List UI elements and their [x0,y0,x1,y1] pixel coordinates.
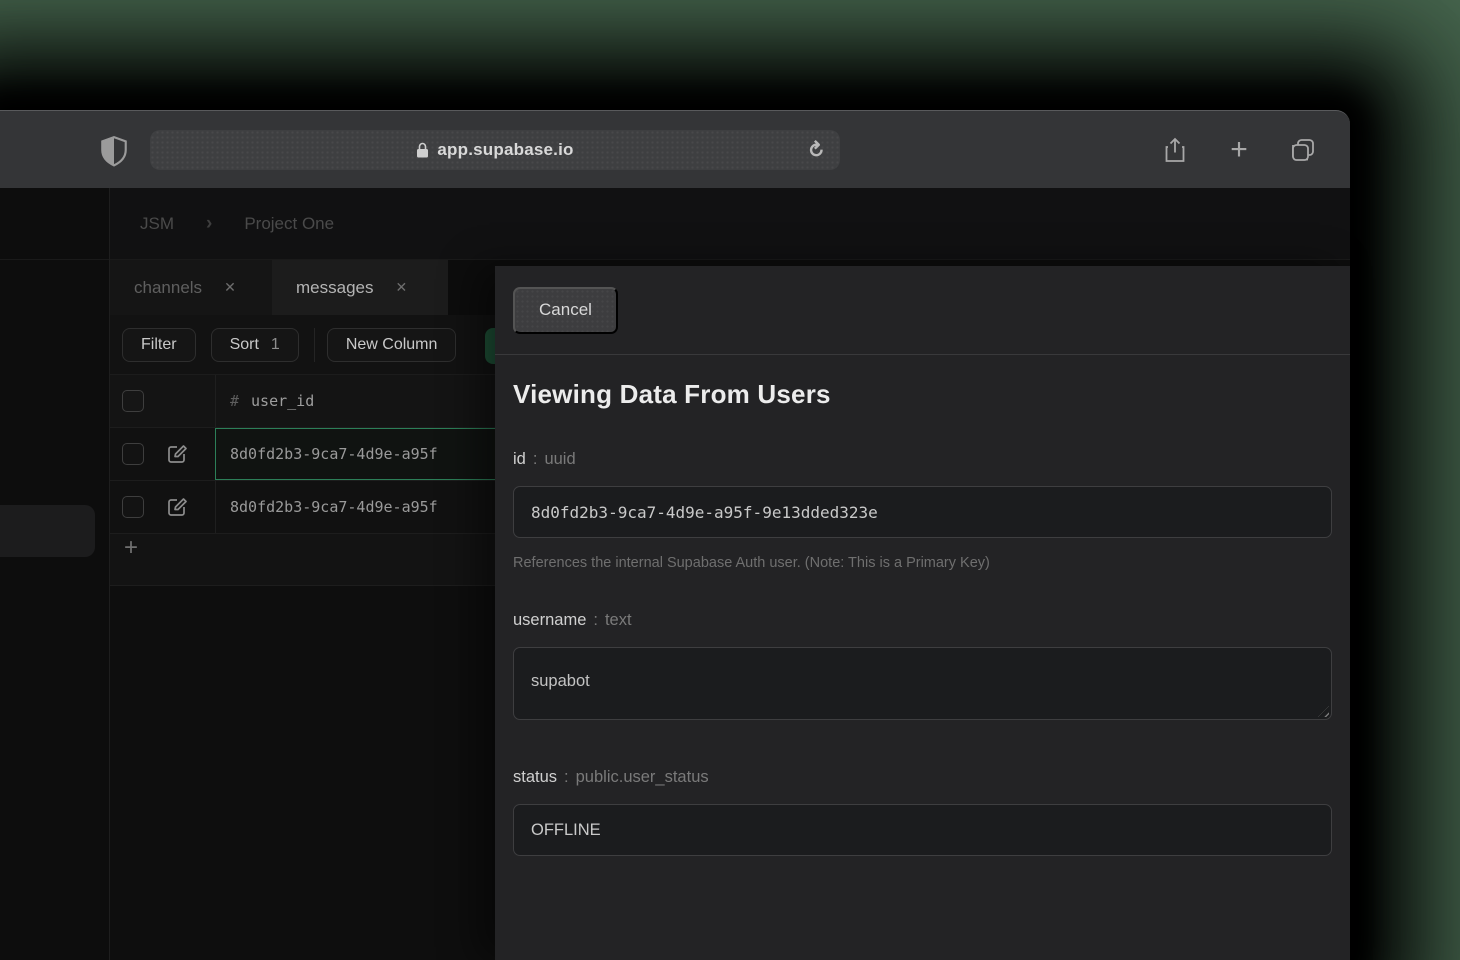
cancel-button[interactable]: Cancel [513,287,618,334]
breadcrumb-project[interactable]: Project One [244,214,334,234]
sort-count-badge: 1 [271,336,280,354]
browser-window: app.supabase.io ↻ + [0,110,1350,960]
close-icon[interactable]: ✕ [224,279,236,296]
filter-label: Filter [141,336,177,354]
reload-icon[interactable]: ↻ [796,130,836,170]
edit-row-icon[interactable] [166,496,188,518]
toolbar-divider [314,328,315,362]
close-icon[interactable]: ✕ [395,279,407,296]
resize-handle[interactable] [1318,706,1329,717]
field-type: public.user_status [576,768,709,787]
tab-channels[interactable]: channels ✕ [110,260,272,315]
field-colon: : [564,768,569,787]
tab-label: channels [134,278,202,298]
share-icon[interactable] [1160,135,1190,165]
breadcrumb-org[interactable]: JSM [140,214,174,234]
tab-messages[interactable]: messages ✕ [272,260,448,315]
filter-button[interactable]: Filter [122,328,196,362]
row-gutter [110,481,215,533]
id-field[interactable]: 8d0fd2b3-9ca7-4d9e-a95f-9e13dded323e [513,486,1332,538]
sort-label: Sort [230,336,259,354]
select-all-checkbox[interactable] [122,390,144,412]
field-name: username [513,611,586,630]
username-value: supabot [531,672,590,690]
new-tab-icon[interactable]: + [1224,135,1254,165]
field-colon: : [593,611,598,630]
tab-overview-icon[interactable] [1288,135,1318,165]
sort-button[interactable]: Sort 1 [211,328,299,362]
sidebar-popover [0,505,95,557]
app-sidebar [0,188,110,960]
add-row-icon: + [110,534,138,585]
hash-icon: # [230,392,239,410]
lock-icon [416,142,429,158]
field-colon: : [533,450,538,469]
status-field[interactable]: OFFLINE [513,804,1332,856]
row-checkbox[interactable] [122,496,144,518]
page-title: Viewing Data From Users [513,379,1332,410]
field-name: id [513,450,526,469]
tab-label: messages [296,278,373,298]
panel-header: Cancel [495,266,1350,355]
supabase-app: JSM › Project One channels ✕ messages ✕ … [0,188,1350,960]
field-label-username: username : text [513,611,1332,630]
new-column-button[interactable]: New Column [327,328,457,362]
breadcrumb: JSM › Project One [110,188,1350,260]
username-field[interactable]: supabot [513,647,1332,720]
new-column-label: New Column [346,336,438,354]
panel-body: Viewing Data From Users id : uuid 8d0fd2… [495,355,1350,856]
privacy-shield-icon[interactable] [99,135,129,167]
field-type: text [605,611,632,630]
row-detail-panel: Cancel Viewing Data From Users id : uuid… [495,266,1350,960]
field-name: status [513,768,557,787]
column-name: user_id [251,392,314,410]
header-gutter [110,375,215,427]
browser-actions: + [1160,111,1318,189]
field-label-status: status : public.user_status [513,768,1332,787]
id-field-helper: References the internal Supabase Auth us… [513,555,1332,571]
address-bar[interactable]: app.supabase.io ↻ [150,130,840,170]
browser-toolbar: app.supabase.io ↻ + [0,110,1350,188]
field-label-id: id : uuid [513,450,1332,469]
url-text: app.supabase.io [437,140,573,160]
row-gutter [110,428,215,480]
row-checkbox[interactable] [122,443,144,465]
edit-row-icon[interactable] [166,443,188,465]
sidebar-header [0,188,109,260]
field-type: uuid [544,450,575,469]
chevron-right-icon: › [206,213,212,235]
